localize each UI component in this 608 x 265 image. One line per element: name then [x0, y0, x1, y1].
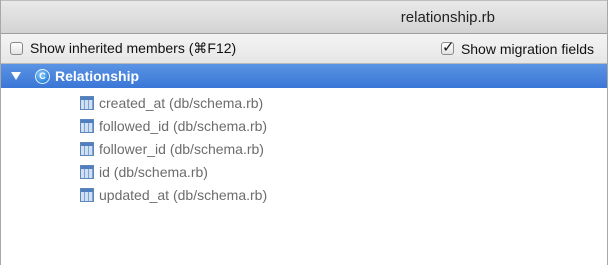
options-bar: Show inherited members (⌘F12) Show migra… [1, 34, 607, 64]
field-label: updated_at (db/schema.rb) [99, 186, 268, 203]
table-column-icon [80, 95, 94, 110]
show-inherited-members-option[interactable]: Show inherited members (⌘F12) [10, 40, 236, 57]
tree-item-relationship-class[interactable]: C Relationship [1, 64, 607, 88]
table-column-icon [80, 118, 94, 133]
tree-item-field[interactable]: created_at (db/schema.rb) [1, 91, 607, 114]
tree-item-field[interactable]: follower_id (db/schema.rb) [1, 137, 607, 160]
show-inherited-members-label: Show inherited members (⌘F12) [30, 40, 237, 56]
class-icon: C [35, 68, 50, 84]
tree-item-field[interactable]: updated_at (db/schema.rb) [1, 183, 607, 206]
table-column-icon [80, 164, 94, 179]
class-name-label: Relationship [55, 68, 140, 84]
show-migration-fields-checkbox[interactable] [440, 38, 455, 56]
structure-tree: C Relationship created_at (db/schema.rb)… [1, 64, 607, 206]
show-inherited-members-checkbox[interactable] [10, 42, 23, 55]
window-title: relationship.rb [400, 8, 495, 26]
table-column-icon [80, 141, 94, 156]
structure-window: relationship.rb Show inherited members (… [0, 0, 608, 265]
field-label: created_at (db/schema.rb) [99, 94, 264, 111]
tree-item-field[interactable]: id (db/schema.rb) [1, 160, 607, 183]
show-migration-fields-label: Show migration fields [460, 40, 594, 57]
field-label: followed_id (db/schema.rb) [99, 117, 268, 134]
title-bar: relationship.rb [1, 0, 607, 34]
tree-item-field[interactable]: followed_id (db/schema.rb) [1, 114, 607, 137]
field-label: id (db/schema.rb) [99, 163, 208, 180]
disclosure-triangle-icon[interactable] [11, 72, 21, 80]
field-label: follower_id (db/schema.rb) [99, 140, 264, 157]
table-column-icon [80, 187, 94, 202]
show-migration-fields-option[interactable]: Show migration fields [440, 38, 594, 57]
